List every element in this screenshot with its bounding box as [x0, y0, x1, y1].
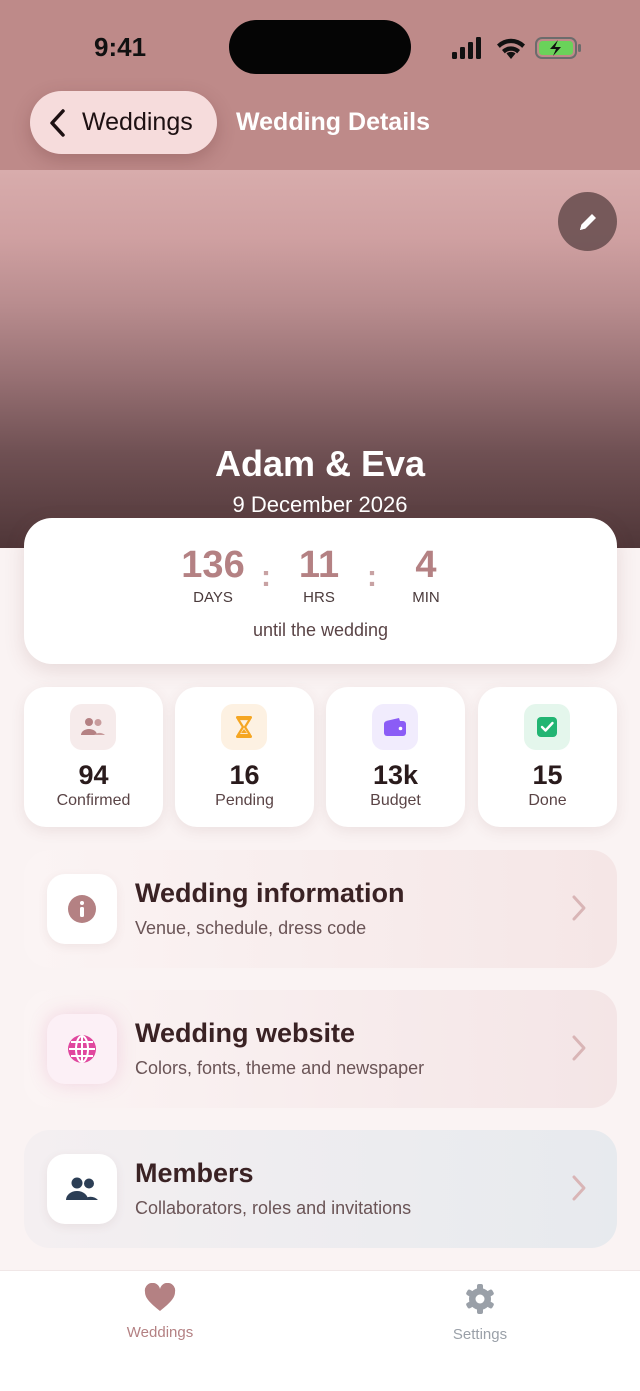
- stat-value: 16: [229, 760, 260, 790]
- tab-settings[interactable]: Settings: [400, 1283, 560, 1343]
- tab-label: Settings: [452, 1326, 508, 1343]
- tab-bar: Weddings Settings: [0, 1270, 640, 1391]
- countdown-separator: :: [367, 560, 377, 593]
- battery-icon: [535, 37, 581, 59]
- countdown-days-label: DAYS: [193, 589, 233, 606]
- stat-label: Pending: [215, 792, 274, 809]
- tab-weddings[interactable]: Weddings: [80, 1282, 240, 1341]
- wifi-icon: [497, 38, 525, 59]
- hourglass-icon: [221, 704, 267, 750]
- cellular-icon: [452, 37, 481, 59]
- people-icon: [70, 704, 116, 750]
- stat-pending[interactable]: 16 Pending: [175, 687, 314, 827]
- countdown-minutes: 4: [415, 544, 437, 586]
- countdown-separator: :: [261, 560, 271, 593]
- stat-value: 15: [532, 760, 563, 790]
- wallet-icon: [372, 704, 418, 750]
- stat-budget[interactable]: 13k Budget: [326, 687, 465, 827]
- countdown-hours-label: HRS: [303, 589, 335, 606]
- status-icons: [452, 37, 581, 59]
- stat-label: Budget: [370, 792, 421, 809]
- wedding-date: 9 December 2026: [232, 492, 408, 517]
- stat-confirmed[interactable]: 94 Confirmed: [24, 687, 163, 827]
- countdown-minutes-label: MIN: [412, 589, 440, 606]
- card-subtitle: Collaborators, roles and invitations: [135, 1198, 412, 1218]
- stat-value: 94: [78, 760, 109, 790]
- countdown-days: 136: [181, 544, 245, 586]
- wedding-information-card[interactable]: Wedding information Venue, schedule, dre…: [24, 850, 617, 968]
- page-title: Wedding Details: [236, 108, 431, 136]
- countdown-card: 136 DAYS : 11 HRS : 4 MIN until the wedd…: [24, 518, 617, 664]
- stat-label: Confirmed: [56, 792, 131, 809]
- pencil-icon: [579, 213, 596, 230]
- card-title: Wedding website: [135, 1018, 356, 1048]
- back-button[interactable]: Weddings: [30, 91, 217, 154]
- card-subtitle: Venue, schedule, dress code: [135, 918, 367, 938]
- chevron-right-icon: [572, 1035, 586, 1061]
- info-icon: [47, 874, 117, 944]
- chevron-right-icon: [572, 895, 586, 921]
- card-subtitle: Colors, fonts, theme and newspaper: [135, 1058, 425, 1078]
- tab-label: Weddings: [126, 1324, 194, 1341]
- globe-icon: [47, 1014, 117, 1084]
- wedding-website-card[interactable]: Wedding website Colors, fonts, theme and…: [24, 990, 617, 1108]
- stat-value: 13k: [372, 760, 419, 790]
- members-icon: [47, 1154, 117, 1224]
- chevron-left-icon: [50, 108, 65, 137]
- dynamic-island: [229, 20, 411, 74]
- chevron-right-icon: [572, 1175, 586, 1201]
- status-time: 9:41: [94, 32, 147, 62]
- card-title: Members: [135, 1158, 254, 1188]
- countdown-subtitle: until the wedding: [252, 620, 389, 640]
- countdown-hours: 11: [298, 544, 340, 586]
- heart-icon: [144, 1282, 176, 1311]
- card-title: Wedding information: [135, 878, 405, 908]
- stat-done[interactable]: 15 Done: [478, 687, 617, 827]
- couple-names: Adam & Eva: [214, 443, 426, 484]
- stat-label: Done: [528, 792, 567, 809]
- members-card[interactable]: Members Collaborators, roles and invitat…: [24, 1130, 617, 1248]
- gear-icon: [466, 1284, 494, 1314]
- checkbox-icon: [524, 704, 570, 750]
- edit-button[interactable]: [558, 192, 617, 251]
- back-label: Weddings: [82, 108, 193, 136]
